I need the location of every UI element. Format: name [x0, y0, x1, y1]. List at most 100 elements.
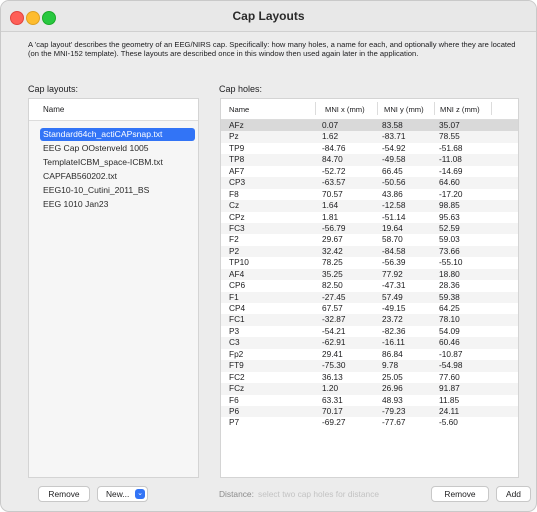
column-header-name[interactable]: Name — [229, 105, 249, 114]
column-header-mni-y[interactable]: MNI y (mm) — [384, 105, 424, 114]
table-row[interactable]: F1 -27.45 57.49 59.38 — [221, 291, 518, 303]
remove-layout-button[interactable]: Remove — [38, 486, 90, 502]
chevron-down-icon: ⌄ — [135, 489, 145, 499]
table-row[interactable]: FT9 -75.30 9.78 -54.98 — [221, 360, 518, 372]
mni-y-cell: 43.86 — [382, 188, 403, 199]
mni-z-cell: -10.87 — [439, 348, 463, 359]
mni-x-cell: -63.57 — [322, 177, 346, 188]
cap-layout-item[interactable]: Standard64ch_actiCAPsnap.txt — [40, 128, 195, 141]
mni-z-cell: 59.38 — [439, 291, 460, 302]
table-row[interactable]: TP8 84.70 -49.58 -11.08 — [221, 154, 518, 166]
table-row[interactable]: TP10 78.25 -56.39 -55.10 — [221, 257, 518, 268]
mni-x-cell: -69.27 — [322, 417, 346, 428]
hole-name-cell: CP3 — [229, 177, 246, 188]
mni-y-cell: 19.64 — [382, 222, 403, 233]
cap-layout-item[interactable]: TemplateICBM_space-ICBM.txt — [40, 156, 195, 169]
table-row[interactable]: F6 63.31 48.93 11.85 — [221, 395, 518, 406]
mni-y-cell: 83.58 — [382, 120, 403, 130]
mni-y-cell: 77.92 — [382, 268, 403, 279]
mni-x-cell: 32.42 — [322, 245, 343, 256]
mni-z-cell: 28.36 — [439, 280, 460, 291]
mni-z-cell: -55.10 — [439, 257, 463, 268]
title-bar: Cap Layouts — [1, 1, 536, 32]
mni-x-cell: -52.72 — [322, 165, 346, 176]
mni-y-cell: -83.71 — [382, 131, 406, 142]
mni-y-cell: -16.11 — [382, 337, 405, 348]
mni-x-cell: 0.07 — [322, 120, 339, 130]
column-header-mni-z[interactable]: MNI z (mm) — [440, 105, 480, 114]
mni-z-cell: 11.85 — [439, 394, 460, 405]
table-row[interactable]: TP9 -84.76 -54.92 -51.68 — [221, 143, 518, 154]
hole-name-cell: F8 — [229, 188, 239, 199]
table-row[interactable]: F8 70.57 43.86 -17.20 — [221, 189, 518, 200]
mni-y-cell: 86.84 — [382, 348, 403, 359]
cap-layouts-list[interactable]: Name Standard64ch_actiCAPsnap.txt EEG Cap… — [28, 98, 199, 478]
table-row[interactable]: F2 29.67 58.70 59.03 — [221, 234, 518, 245]
hole-name-cell: P3 — [229, 325, 240, 336]
hole-name-cell: P7 — [229, 417, 240, 428]
table-row[interactable]: AFz 0.07 83.58 35.07 — [221, 120, 518, 132]
hole-name-cell: Cz — [229, 200, 240, 211]
table-row[interactable]: FCz 1.20 26.96 91.87 — [221, 383, 518, 395]
mni-z-cell: -11.08 — [439, 154, 462, 165]
hole-name-cell: AF4 — [229, 268, 245, 279]
table-row[interactable]: P2 32.42 -84.58 73.66 — [221, 245, 518, 258]
table-row[interactable]: Pz 1.62 -83.71 78.55 — [221, 131, 518, 143]
column-separator[interactable] — [434, 102, 435, 115]
mni-x-cell: -27.45 — [322, 291, 346, 302]
table-row[interactable]: CP3 -63.57 -50.56 64.60 — [221, 177, 518, 189]
column-separator[interactable] — [315, 102, 316, 115]
mni-y-cell: -54.92 — [382, 142, 406, 153]
table-row[interactable]: Cz 1.64 -12.58 98.85 — [221, 200, 518, 212]
cap-layouts-window: Cap Layouts A 'cap layout' describes the… — [0, 0, 537, 512]
cap-layout-item[interactable]: EEG Cap OOstenveld 1005 — [40, 142, 195, 155]
mni-x-cell: -54.21 — [322, 325, 346, 336]
table-row[interactable]: CP4 67.57 -49.15 64.25 — [221, 303, 518, 314]
hole-name-cell: CP4 — [229, 303, 246, 313]
hole-name-cell: F6 — [229, 394, 239, 405]
table-row[interactable]: P7 -69.27 -77.67 -5.60 — [221, 417, 518, 428]
table-row[interactable]: CPz 1.81 -51.14 95.63 — [221, 212, 518, 223]
column-separator[interactable] — [491, 102, 492, 115]
table-row[interactable]: P3 -54.21 -82.36 54.09 — [221, 326, 518, 337]
mni-z-cell: 98.85 — [439, 200, 460, 211]
mni-y-cell: -50.56 — [382, 177, 406, 188]
cap-layout-item[interactable]: EEG 1010 Jan23 — [40, 198, 195, 211]
column-separator[interactable] — [377, 102, 378, 115]
column-header-mni-x[interactable]: MNI x (mm) — [325, 105, 365, 114]
hole-name-cell: TP8 — [229, 154, 245, 165]
hole-name-cell: F2 — [229, 234, 239, 245]
mni-z-cell: 59.03 — [439, 234, 460, 245]
cap-layouts-label: Cap layouts: — [28, 84, 79, 94]
add-hole-button[interactable]: Add — [496, 486, 531, 502]
mni-x-cell: 36.13 — [322, 371, 343, 382]
mni-y-cell: 66.45 — [382, 165, 403, 176]
table-row[interactable]: CP6 82.50 -47.31 28.36 — [221, 280, 518, 291]
mni-z-cell: 73.66 — [439, 245, 460, 256]
hole-name-cell: FCz — [229, 383, 245, 394]
mni-z-cell: -14.69 — [439, 165, 463, 176]
mni-y-cell: -12.58 — [382, 200, 406, 211]
cap-layouts-name-header[interactable]: Name — [29, 99, 198, 121]
cap-holes-table[interactable]: Name MNI x (mm) MNI y (mm) MNI z (mm) AF… — [220, 98, 519, 478]
new-layout-dropdown[interactable]: New... ⌄ — [97, 486, 148, 502]
table-row[interactable]: FC3 -56.79 19.64 52.59 — [221, 222, 518, 235]
cap-holes-table-header: Name MNI x (mm) MNI y (mm) MNI z (mm) — [221, 99, 518, 120]
table-row[interactable]: AF7 -52.72 66.45 -14.69 — [221, 166, 518, 177]
mni-x-cell: 29.67 — [322, 234, 343, 245]
mni-y-cell: -77.67 — [382, 417, 406, 428]
table-row[interactable]: C3 -62.91 -16.11 60.46 — [221, 337, 518, 349]
mni-x-cell: -56.79 — [322, 222, 346, 233]
table-row[interactable]: AF4 35.25 77.92 18.80 — [221, 268, 518, 281]
cap-layout-item[interactable]: CAPFAB560202.txt — [40, 170, 195, 183]
table-row[interactable]: FC2 36.13 25.05 77.60 — [221, 372, 518, 383]
table-row[interactable]: FC1 -32.87 23.72 78.10 — [221, 314, 518, 326]
description-text: A 'cap layout' describes the geometry of… — [28, 40, 516, 58]
mni-z-cell: 54.09 — [439, 325, 460, 336]
mni-z-cell: 60.46 — [439, 337, 460, 348]
table-row[interactable]: P6 70.17 -79.23 24.11 — [221, 405, 518, 418]
cap-layout-item[interactable]: EEG10-10_Cutini_2011_BS — [40, 184, 195, 197]
mni-z-cell: 77.60 — [439, 371, 460, 382]
table-row[interactable]: Fp2 29.41 86.84 -10.87 — [221, 349, 518, 360]
remove-hole-button[interactable]: Remove — [431, 486, 489, 502]
